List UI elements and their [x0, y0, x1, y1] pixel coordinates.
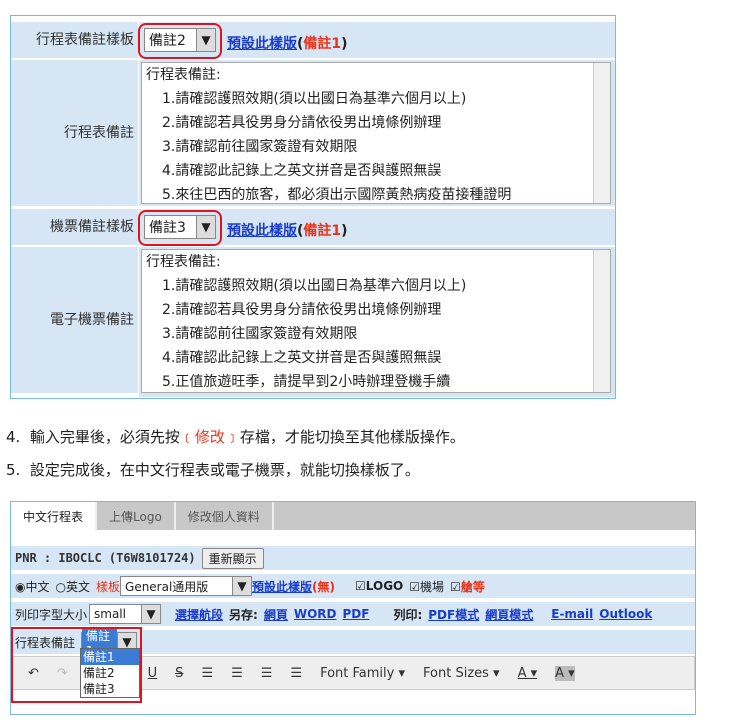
print-web-link[interactable]: 網頁模式: [485, 606, 533, 623]
font-size-select[interactable]: small ▼: [89, 604, 162, 624]
eticket-notes-textarea[interactable]: 行程表備註: 1.請確認護照效期(須以出國日為基準六個月以上) 2.請確認若具役男身…: [141, 249, 611, 393]
refresh-button[interactable]: 重新顯示: [201, 547, 264, 569]
tab-upload-logo[interactable]: 上傳Logo: [97, 502, 176, 530]
underline-icon[interactable]: U: [148, 666, 158, 681]
align-left-icon[interactable]: ☰: [201, 666, 213, 681]
highlight-box: [11, 627, 142, 703]
ticket-template-label: 機票備註樣板: [11, 209, 138, 245]
save-word-link[interactable]: WORD: [294, 607, 337, 621]
itinerary-notes-label: 行程表備註: [11, 60, 138, 206]
ticket-template-select[interactable]: 備註3 ▼: [144, 215, 216, 239]
itinerary-template-select[interactable]: 備註2 ▼: [144, 28, 216, 52]
set-default-link[interactable]: 預設此樣版: [227, 223, 297, 239]
chevron-down-icon: ▼: [196, 216, 215, 238]
cabin-checkbox[interactable]: ☑艙等: [450, 578, 485, 595]
scrollbar[interactable]: [593, 250, 610, 392]
chevron-down-icon: ▼: [141, 605, 161, 623]
airport-checkbox[interactable]: ☑機場: [409, 578, 444, 595]
print-pdf-link[interactable]: PDF模式: [428, 606, 479, 623]
save-web-link[interactable]: 網頁: [264, 606, 288, 623]
itinerary-panel: 中文行程表 上傳Logo 修改個人資料 PNR : IBOCLC (T6W810…: [10, 501, 696, 715]
align-right-icon[interactable]: ☰: [261, 666, 273, 681]
step-5: 5. 設定完成後，在中文行程表或電子機票，就能切換樣板了。: [6, 461, 420, 479]
set-default-link[interactable]: 預設此樣版: [227, 36, 297, 52]
text-color-icon[interactable]: A ▾: [518, 666, 538, 681]
itinerary-notes-textarea[interactable]: 行程表備註: 1.請確認護照效期(須以出國日為基準六個月以上) 2.請確認若具役男身…: [141, 62, 611, 204]
logo-checkbox[interactable]: ☑LOGO: [355, 579, 403, 593]
justify-icon[interactable]: ☰: [290, 666, 302, 681]
step-4: 4. 輸入完畢後，必須先按﹝修改﹞存檔，才能切換至其他樣版操作。: [6, 428, 465, 446]
chevron-down-icon: ▼: [196, 29, 215, 51]
set-default-link[interactable]: 預設此樣版: [252, 580, 312, 594]
background-color-icon[interactable]: A ▾: [555, 665, 575, 681]
tab-edit-profile[interactable]: 修改個人資料: [176, 502, 274, 530]
itinerary-template-label: 行程表備註樣板: [11, 22, 138, 58]
font-family-select[interactable]: Font Family ▾: [320, 666, 405, 681]
pnr-text: PNR : IBOCLC (T6W8101724): [15, 551, 196, 565]
tab-chinese-itinerary[interactable]: 中文行程表: [11, 502, 98, 530]
radio-english[interactable]: ○英文: [56, 578, 91, 595]
chevron-down-icon: ▼: [232, 577, 252, 595]
radio-chinese[interactable]: ◉中文: [15, 578, 50, 595]
strikethrough-icon[interactable]: S: [175, 666, 183, 681]
save-pdf-link[interactable]: PDF: [343, 607, 370, 621]
template-select[interactable]: General通用版 ▼: [120, 576, 253, 596]
notes-template-panel: 行程表備註樣板 備註2 ▼ 預設此樣版(備註1) 行程表備註 行程表備註: 1.請確…: [10, 15, 616, 399]
align-center-icon[interactable]: ☰: [231, 666, 243, 681]
font-sizes-select[interactable]: Font Sizes ▾: [423, 666, 500, 681]
outlook-link[interactable]: Outlook: [599, 607, 652, 621]
eticket-notes-label: 電子機票備註: [11, 247, 138, 393]
email-link[interactable]: E-mail: [551, 607, 593, 621]
scrollbar[interactable]: [593, 63, 610, 203]
select-segment-link[interactable]: 選擇航段: [175, 606, 223, 623]
